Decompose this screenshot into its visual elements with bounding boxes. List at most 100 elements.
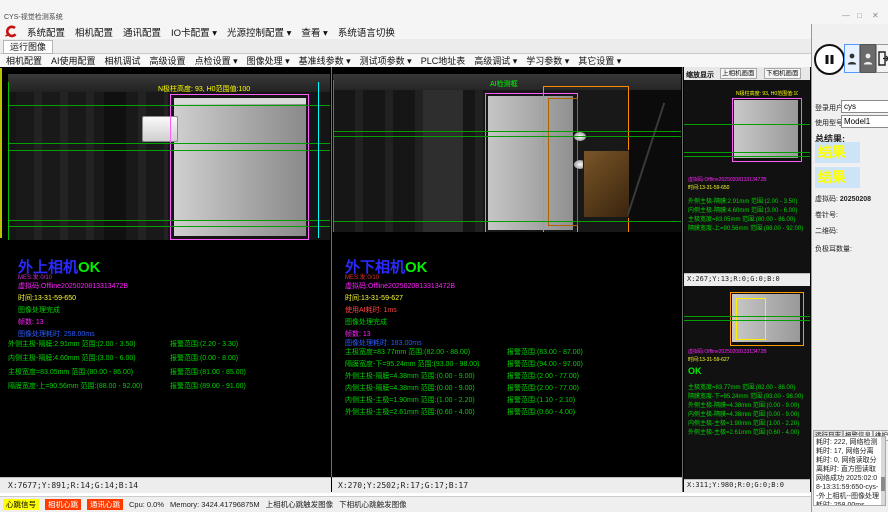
lower-camera-image[interactable]: AI检测框 xyxy=(333,74,681,232)
scrollbar-thumb[interactable] xyxy=(881,477,885,491)
measurement-value: 主极宽度=83.77mm 范围:(82.00 - 88.00) xyxy=(345,349,470,356)
tool-baseline-params[interactable]: 基准线参数 ▾ xyxy=(299,54,351,67)
alarm-range: 报警范围:(81.00 - 85.00) xyxy=(170,367,246,377)
measurement-line: 隔膜宽度-上=90.56mm 范围:(88.00 - 92.00) xyxy=(688,223,806,232)
tool-advanced-settings[interactable]: 高级设置 xyxy=(150,54,186,67)
pause-button[interactable] xyxy=(814,44,845,75)
measurement-value: 内侧主极-隔膜=4.38mm 范围:(0.00 - 9.00) xyxy=(345,385,475,392)
edge-marker-line xyxy=(0,68,2,238)
machine-column xyxy=(423,90,463,232)
minimize-button[interactable]: — xyxy=(842,11,850,20)
tool-test-params[interactable]: 测试项参数 ▾ xyxy=(360,54,412,67)
titlebar: CYS-视觉检测系统 — □ ✕ xyxy=(0,0,888,24)
tool-learning-params[interactable]: 学习参数 ▾ xyxy=(526,54,569,67)
baseline xyxy=(333,221,681,222)
camera-heartbeat-badge: 相机心跳 xyxy=(45,499,81,510)
maximize-button[interactable]: □ xyxy=(857,11,862,20)
tab-run-image[interactable]: 运行图像 xyxy=(3,40,53,54)
result-badge-upper: 结果 xyxy=(815,142,860,163)
upper-camera-trigger-status: 上相机心跳触发图像 xyxy=(266,499,334,510)
log-box: 耗时: 222, 网络检测耗时: 17, 网络分离耗时: 0, 网络读取分离耗时… xyxy=(813,436,886,506)
measurement-line: 主极宽度=83.77mm 范围:(82.00 - 88.00) xyxy=(688,382,806,391)
baseline xyxy=(8,220,330,221)
edge-baseline xyxy=(8,82,9,240)
menu-system-config[interactable]: 系统配置 xyxy=(27,25,65,39)
time-line: 时间:13-31-59-650 xyxy=(18,293,76,303)
operator-button[interactable] xyxy=(844,44,860,73)
alarm-range: 报警范围:(94.00 - 97.00) xyxy=(507,359,583,369)
baseline xyxy=(684,152,810,153)
cpu-usage: Cpu: 0.0% xyxy=(129,500,164,509)
time-line: 时间:13-31-59-627 xyxy=(345,293,403,303)
edge-baseline xyxy=(333,80,334,232)
tool-advanced-debug[interactable]: 高级调试 ▾ xyxy=(474,54,517,67)
alarm-range: 报警范围:(2.20 - 3.30) xyxy=(170,339,238,349)
upper-camera-panel: N极柱高度: 93, H0范围值:100 外上相机OK MES:发:0/10 虚… xyxy=(8,68,330,477)
lower-camera-panel: AI检测框 外下相机OK MES:发:0/10 虚拟码:Offline20250… xyxy=(333,68,681,477)
tool-spot-check[interactable]: 点检设置 ▾ xyxy=(195,54,238,67)
preview-lower-image[interactable]: 虚拟码:Offline2025020813313472B 时间:13-31-59… xyxy=(684,286,810,479)
exit-door-icon xyxy=(878,51,888,66)
menu-language-switch[interactable]: 系统语言切换 xyxy=(338,25,395,39)
tool-ai-config[interactable]: AI使用配置 xyxy=(51,54,96,67)
frame-count-line: 帧数: 13 xyxy=(18,317,44,327)
app-window: CYS-视觉检测系统 — □ ✕ 系统配置 相机配置 通讯配置 IO卡配置 ▾ … xyxy=(0,0,888,522)
measurement-line: 外侧主极-隔膜=4.38mm 范围:(0.00 - 9.00) xyxy=(688,400,806,409)
baseline xyxy=(684,320,810,321)
upper-camera-image[interactable]: N极柱高度: 93, H0范围值:100 xyxy=(8,74,330,240)
tool-camera-debug[interactable]: 相机调试 xyxy=(105,54,141,67)
pin-number-label: 卷针号: xyxy=(815,210,838,220)
menu-camera-config[interactable]: 相机配置 xyxy=(75,25,113,39)
admin-button[interactable] xyxy=(860,44,876,73)
tool-plc-table[interactable]: PLC地址表 xyxy=(421,54,466,67)
tool-image-processing[interactable]: 图像处理 ▾ xyxy=(247,54,290,67)
cursor-readout: X:311;Y:980;R:0;G:0;B:0 xyxy=(687,481,784,489)
measurement-line: 外侧主极-隔膜:2.91mm 范围:(2.00 - 3.50) xyxy=(688,196,806,205)
result-ok-label: OK xyxy=(688,366,806,376)
exit-button[interactable] xyxy=(876,44,888,73)
baseline xyxy=(8,143,330,144)
preview-header: 缩放显示 上相机画面 下相机画面 xyxy=(684,67,810,80)
menubar: 系统配置 相机配置 通讯配置 IO卡配置 ▾ 光源控制配置 ▾ 查看 ▾ 系统语… xyxy=(0,24,888,39)
panel-divider-2 xyxy=(682,67,683,492)
mes-counter: MES:发:0/10 xyxy=(345,272,379,281)
tool-other-settings[interactable]: 其它设置 ▾ xyxy=(578,54,621,67)
copper-part xyxy=(583,150,631,218)
measurement-value: 外侧主极-隔膜:2.91mm 范围:(2.00 - 3.50) xyxy=(8,341,136,348)
result-ok-label: OK xyxy=(405,259,428,276)
close-button[interactable]: ✕ xyxy=(872,11,879,20)
alarm-range: 报警范围:(0.60 - 4.00) xyxy=(507,407,575,417)
login-user-input[interactable] xyxy=(841,100,888,113)
toolbar: 相机配置 AI使用配置 相机调试 高级设置 点检设置 ▾ 图像处理 ▾ 基准线参… xyxy=(0,54,817,68)
measurement-row: 隔膜宽度-上=90.56mm 范围:(88.00 - 92.00)报警范围:(8… xyxy=(8,381,330,391)
baseline xyxy=(8,150,330,151)
baseline xyxy=(8,105,330,106)
measure-cursor-line xyxy=(318,82,319,238)
menu-io-config[interactable]: IO卡配置 ▾ xyxy=(171,25,217,39)
machine-structure xyxy=(16,92,168,240)
tab-lower-camera-view[interactable]: 下相机画面 xyxy=(764,68,801,79)
bottom-statusbar: 心跳信号 相机心跳 通讯心跳 Cpu: 0.0% Memory: 3424.41… xyxy=(0,496,811,512)
zoom-display-label: 缩放显示 xyxy=(686,70,714,80)
menu-view[interactable]: 查看 ▾ xyxy=(301,25,327,39)
menu-comm-config[interactable]: 通讯配置 xyxy=(123,25,161,39)
menu-light-config[interactable]: 光源控制配置 ▾ xyxy=(227,25,291,39)
log-scrollbar[interactable] xyxy=(881,437,885,505)
roi-rectangle xyxy=(170,94,309,240)
alarm-range: 报警范围:(1.10 - 2.10) xyxy=(507,395,575,405)
measurement-row: 外侧主极-隔膜:2.91mm 范围:(2.00 - 3.50) 报警范围:(2.2… xyxy=(8,339,330,349)
preview-upper-image[interactable]: N极柱高度: 93, H0范围值:100 虚拟码:Offline20250208… xyxy=(684,80,810,273)
measurement-value: 内侧主极-隔膜:4.60mm 范围:(3.00 - 6.00) xyxy=(8,355,136,362)
tab-upper-camera-view[interactable]: 上相机画面 xyxy=(720,68,757,79)
virtual-code-field: 虚拟码: 20250208 xyxy=(815,194,871,204)
virtual-code-line: 虚拟码:Offline2025020813313472B xyxy=(18,281,128,291)
machine-column xyxy=(104,92,126,240)
measurement-row: 主极宽度=83.77mm 范围:(82.00 - 88.00)报警范围:(83.… xyxy=(345,347,693,357)
ai-elapsed-line: 使用AI耗时: 1ms xyxy=(345,305,397,315)
tool-camera-config[interactable]: 相机配置 xyxy=(6,54,42,67)
measurement-line: 主极宽度=83.05mm 范围:(80.00 - 86.00) xyxy=(688,214,806,223)
model-input[interactable] xyxy=(841,115,888,128)
upper-camera-status: X:7677;Y:891;R:14;G:14;B:14 xyxy=(0,477,331,493)
measurement-line: 内侧主极-主极=1.90mm 范围:(1.00 - 2.20) xyxy=(688,418,806,427)
overlay-annotation: N极柱高度: 93, H0范围值:100 xyxy=(736,90,798,97)
